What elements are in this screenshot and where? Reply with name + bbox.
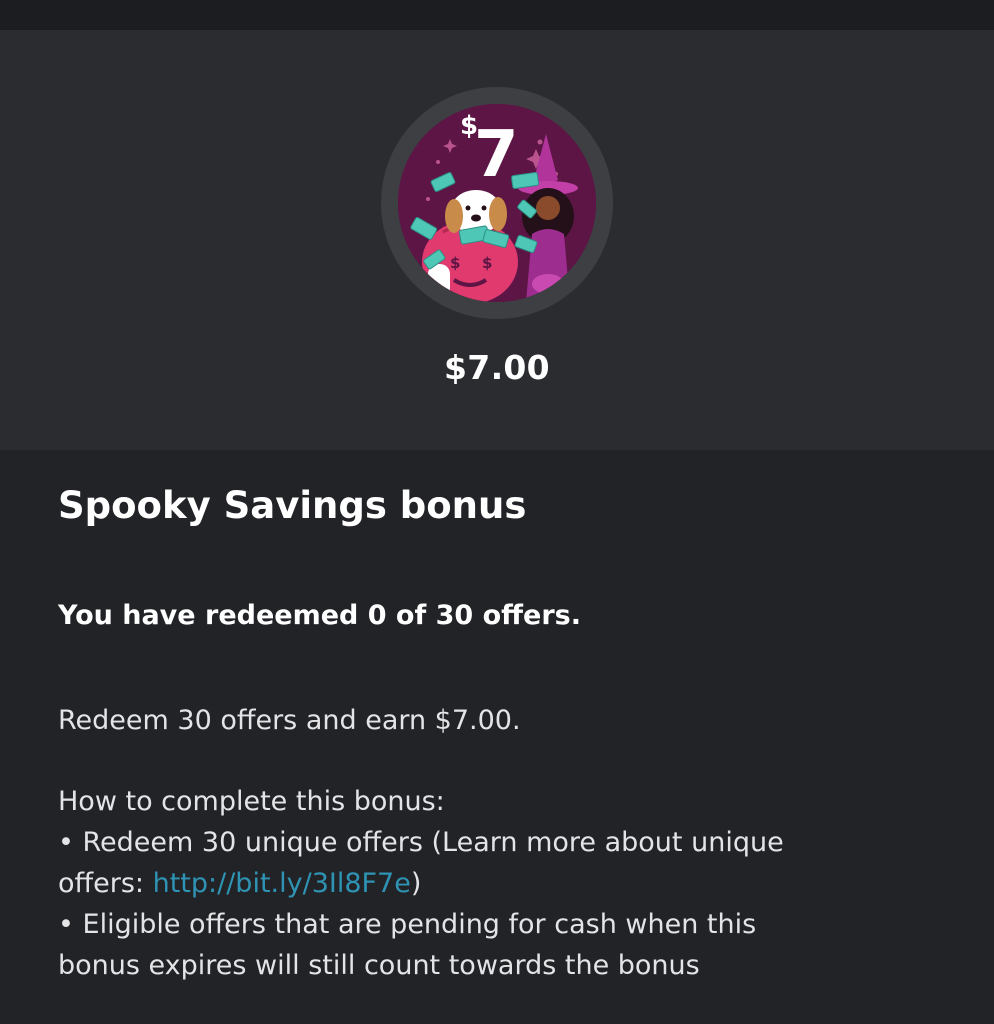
- spooky-savings-badge-icon: $ 7 $ $: [398, 104, 596, 302]
- bonus-progress-text: You have redeemed 0 of 30 offers.: [58, 600, 581, 631]
- instructions-heading: How to complete this bonus:: [58, 786, 445, 817]
- bonus-summary: Redeem 30 offers and earn $7.00.: [58, 705, 521, 736]
- unique-offers-link[interactable]: http://bit.ly/3Il8F7e: [153, 868, 411, 899]
- instruction-offers-prefix: offers:: [58, 868, 153, 899]
- instruction-bullet-2-line-1: • Eligible offers that are pending for c…: [58, 909, 757, 940]
- instruction-bullet-1-line-1: • Redeem 30 unique offers (Learn more ab…: [58, 827, 784, 858]
- top-status-strip: [0, 0, 994, 30]
- bonus-amount: $7.00: [444, 348, 550, 387]
- svg-text:$: $: [450, 254, 460, 272]
- svg-text:$: $: [482, 254, 492, 272]
- bonus-badge-illustration: $ 7 $ $: [398, 104, 596, 302]
- bonus-hero: $ 7 $ $ $7.00: [0, 30, 994, 450]
- bonus-badge: $ 7 $ $: [381, 87, 613, 319]
- bonus-title: Spooky Savings bonus: [58, 484, 527, 527]
- instruction-closing-paren: ): [410, 868, 422, 899]
- instruction-bullet-2-line-2: bonus expires will still count towards t…: [58, 950, 700, 981]
- instruction-bullet-1-line-2: offers: http://bit.ly/3Il8F7e): [58, 863, 938, 904]
- bonus-instructions: How to complete this bonus: • Redeem 30 …: [58, 781, 938, 986]
